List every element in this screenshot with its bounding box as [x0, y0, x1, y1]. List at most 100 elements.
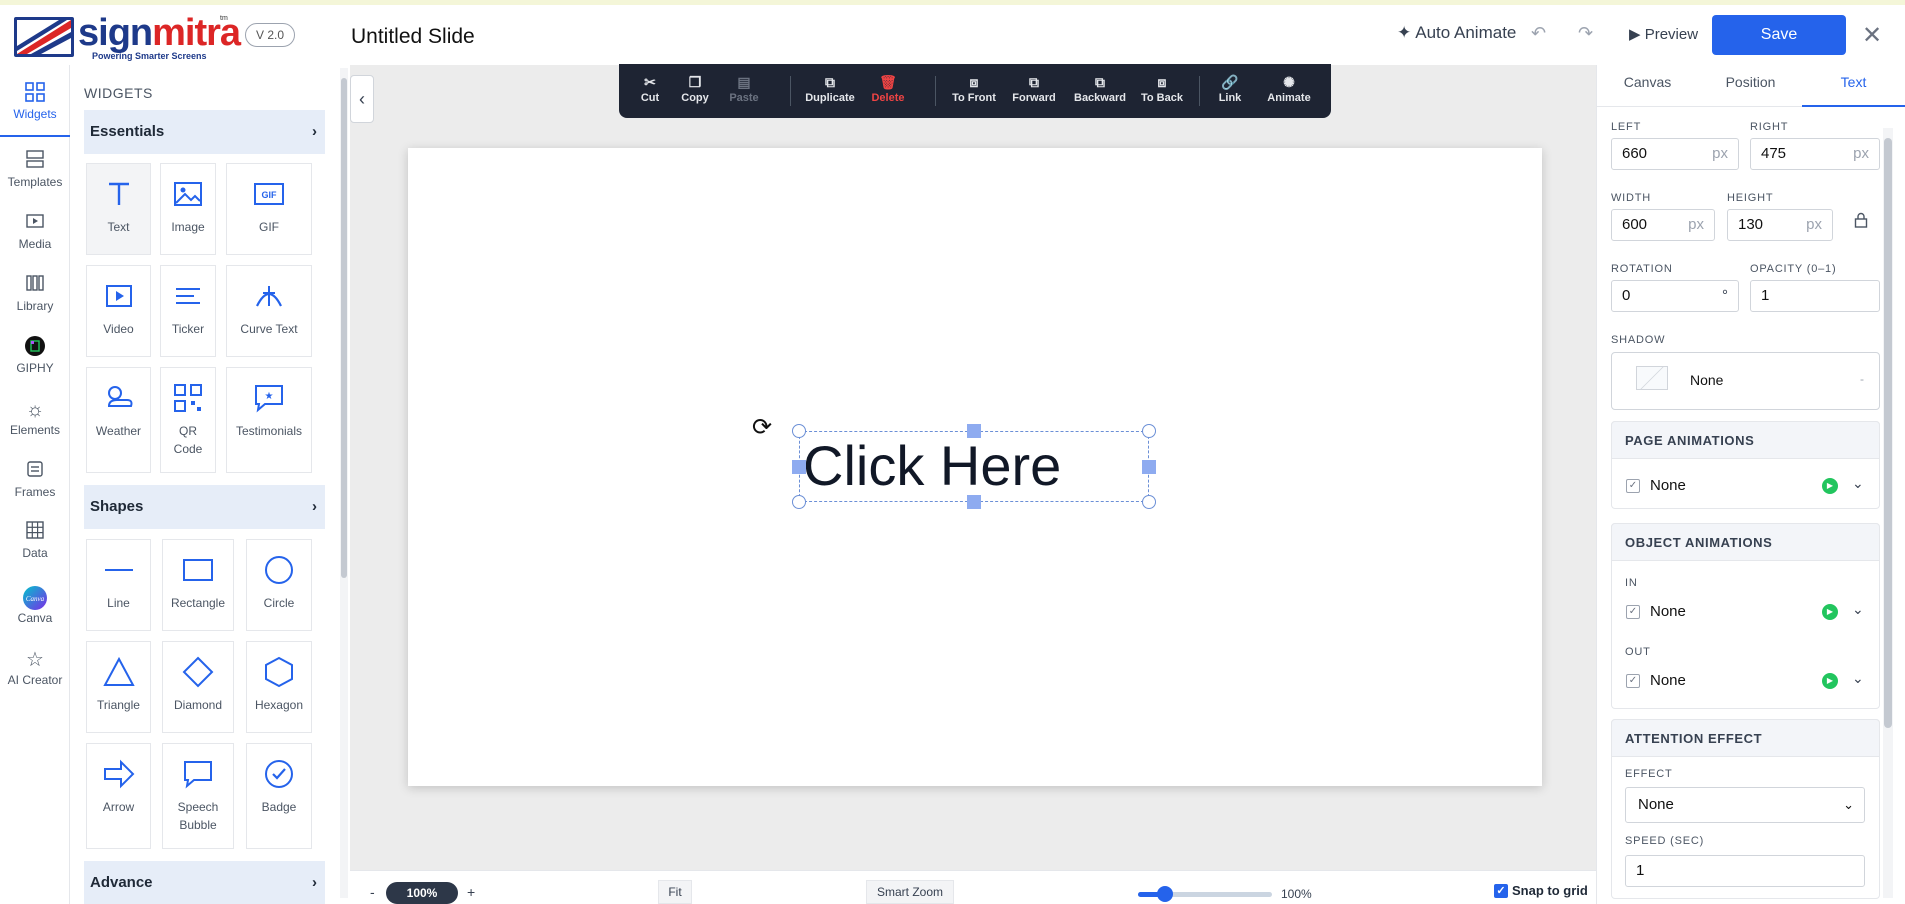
toolbar-link[interactable]: 🔗 Link [1215, 72, 1245, 104]
section-advance[interactable]: Advance › [84, 861, 325, 904]
toolbar-label: Duplicate [805, 92, 855, 104]
widget-gif[interactable]: GIF GIF [226, 163, 312, 255]
redo-icon[interactable]: ↷ [1578, 23, 1593, 44]
tab-canvas[interactable]: Canvas [1596, 65, 1699, 107]
page-animation-value: None [1650, 477, 1686, 494]
checkbox-checked-icon[interactable]: ✓ [1494, 883, 1508, 898]
rail-item-widgets[interactable]: Widgets [0, 81, 70, 137]
toolbar-paste[interactable]: ▤ Paste [727, 72, 761, 104]
slide-title[interactable]: Untitled Slide [351, 25, 475, 49]
zoom-slider-thumb[interactable] [1156, 886, 1173, 902]
collapse-panel-button[interactable]: ‹ [350, 75, 374, 123]
play-preview-icon[interactable]: ▶ [1822, 478, 1838, 494]
toolbar-copy[interactable]: ❐ Copy [679, 72, 711, 104]
chevron-down-icon[interactable]: ⌄ [1852, 475, 1864, 492]
properties-scrollbar-thumb[interactable] [1884, 138, 1892, 728]
lock-icon[interactable] [1854, 212, 1868, 232]
effect-select[interactable]: None ⌄ [1625, 787, 1865, 823]
resize-handle-left[interactable] [792, 460, 806, 474]
right-input[interactable]: 475 px [1750, 138, 1880, 170]
widget-image[interactable]: Image [160, 163, 216, 255]
rail-item-giphy[interactable]: GIPHY [0, 335, 70, 391]
shape-badge[interactable]: Badge [246, 743, 312, 849]
toolbar-to-back[interactable]: ⧈ To Back [1140, 72, 1184, 104]
toolbar-delete[interactable]: 🗑 Delete [869, 72, 907, 104]
rotation-input[interactable]: 0 ° [1611, 280, 1739, 312]
resize-handle-right[interactable] [1142, 460, 1156, 474]
height-input[interactable]: 130 px [1727, 209, 1833, 241]
rail-item-media[interactable]: Media [0, 211, 70, 267]
widget-testimonials[interactable]: ★ Testimonials [226, 367, 312, 473]
toolbar-animate[interactable]: ✺ Animate [1267, 72, 1311, 104]
shape-diamond[interactable]: Diamond [162, 641, 234, 733]
toolbar-duplicate[interactable]: ⧉ Duplicate [803, 72, 857, 104]
toolbar-forward[interactable]: ⧉ Forward [1010, 72, 1058, 104]
chevron-down-icon[interactable]: ⌄ [1852, 601, 1864, 618]
height-label: HEIGHT [1727, 192, 1774, 204]
resize-handle-bottom-left[interactable] [792, 495, 806, 509]
snap-to-grid-toggle[interactable]: ✓ Snap to grid [1494, 883, 1588, 898]
close-icon[interactable]: ✕ [1862, 21, 1882, 50]
rail-item-elements[interactable]: ☼ Elements [0, 397, 70, 453]
checkbox-icon[interactable]: ✓ [1626, 479, 1640, 493]
toolbar-to-front[interactable]: ⧈ To Front [949, 72, 999, 104]
right-label: RIGHT [1750, 121, 1789, 133]
toolbar-backward[interactable]: ⧉ Backward [1073, 72, 1127, 104]
rail-item-ai-creator[interactable]: ☆ AI Creator [0, 647, 70, 703]
fit-button[interactable]: Fit [658, 880, 692, 904]
widget-ticker[interactable]: Ticker [160, 265, 216, 357]
widget-text[interactable]: Text [86, 163, 151, 255]
widget-curve-text[interactable]: Curve Text [226, 265, 312, 357]
widget-qr-code[interactable]: QR Code [160, 367, 216, 473]
play-preview-icon[interactable]: ▶ [1822, 673, 1838, 689]
resize-handle-bottom[interactable] [967, 495, 981, 509]
preview-button[interactable]: ▶ Preview [1629, 25, 1698, 43]
tab-text[interactable]: Text [1802, 65, 1905, 107]
rail-item-library[interactable]: Library [0, 273, 70, 329]
section-shapes[interactable]: Shapes › [84, 485, 325, 529]
shape-rectangle[interactable]: Rectangle [162, 539, 234, 631]
speed-input[interactable]: 1 [1625, 855, 1865, 887]
checkbox-icon[interactable]: ✓ [1626, 605, 1640, 619]
tab-position[interactable]: Position [1699, 65, 1802, 107]
left-input[interactable]: 660 px [1611, 138, 1739, 170]
page-animation-row[interactable]: ✓ None ▶ ⌄ [1626, 475, 1866, 499]
resize-handle-top[interactable] [967, 424, 981, 438]
smart-zoom-button[interactable]: Smart Zoom [866, 880, 954, 904]
resize-handle-bottom-right[interactable] [1142, 495, 1156, 509]
rail-item-templates[interactable]: Templates [0, 149, 70, 205]
zoom-out-button[interactable]: - [370, 884, 375, 900]
shape-arrow[interactable]: Arrow [86, 743, 151, 849]
width-input[interactable]: 600 px [1611, 209, 1715, 241]
shape-hexagon[interactable]: Hexagon [246, 641, 312, 733]
play-preview-icon[interactable]: ▶ [1822, 604, 1838, 620]
shape-triangle[interactable]: Triangle [86, 641, 151, 733]
widget-video[interactable]: Video [86, 265, 151, 357]
chevron-down-icon[interactable]: ⌄ [1852, 670, 1864, 687]
resize-handle-top-left[interactable] [792, 424, 806, 438]
shape-circle[interactable]: Circle [246, 539, 312, 631]
zoom-level[interactable]: 100% [386, 882, 458, 904]
toolbar-cut[interactable]: ✂ Cut [635, 72, 665, 104]
selection-box[interactable] [799, 431, 1149, 502]
width-value: 600 [1622, 216, 1648, 233]
widgets-scrollbar-thumb[interactable] [341, 78, 347, 578]
video-icon [105, 285, 132, 307]
out-animation-row[interactable]: ✓ None ▶ ⌄ [1626, 670, 1866, 694]
resize-handle-top-right[interactable] [1142, 424, 1156, 438]
rail-item-data[interactable]: Data [0, 520, 70, 576]
save-button[interactable]: Save [1712, 15, 1846, 55]
opacity-input[interactable]: 1 [1750, 280, 1880, 312]
rail-item-canva[interactable]: Canva Canva [0, 585, 70, 641]
shape-line[interactable]: Line [86, 539, 151, 631]
zoom-in-button[interactable]: + [467, 884, 475, 900]
section-essentials[interactable]: Essentials › [84, 110, 325, 154]
auto-animate-button[interactable]: ✦ Auto Animate [1397, 23, 1516, 43]
undo-icon[interactable]: ↶ [1531, 23, 1546, 44]
rotate-handle-icon[interactable]: ⟳ [752, 413, 772, 442]
in-animation-row[interactable]: ✓ None ▶ ⌄ [1626, 601, 1866, 625]
checkbox-icon[interactable]: ✓ [1626, 674, 1640, 688]
rail-item-frames[interactable]: Frames [0, 459, 70, 515]
widget-weather[interactable]: Weather [86, 367, 151, 473]
shape-speech-bubble[interactable]: Speech Bubble [162, 743, 234, 849]
